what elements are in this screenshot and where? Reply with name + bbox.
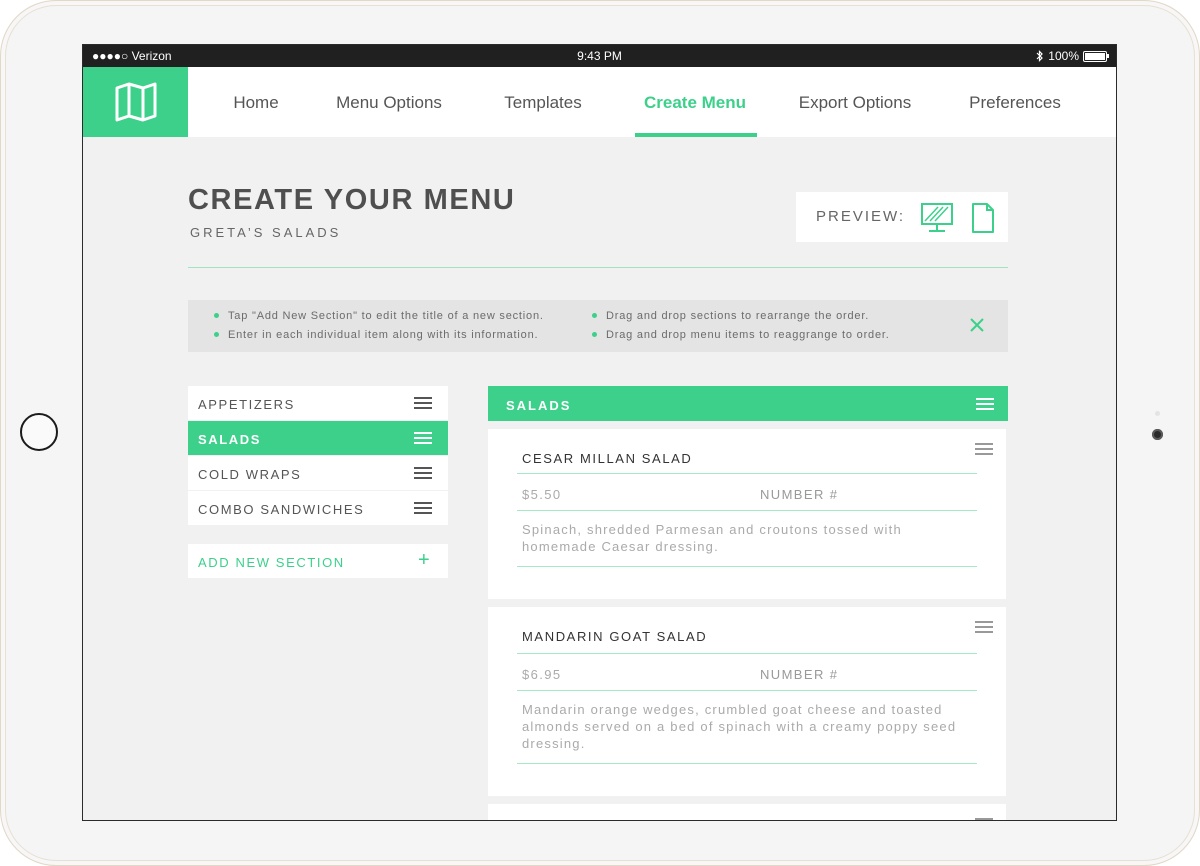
section-item-combo-sandwiches[interactable]: COMBO SANDWICHES xyxy=(188,491,448,525)
field-underline xyxy=(517,510,977,511)
drag-handle-icon[interactable] xyxy=(414,432,432,444)
drag-handle-icon[interactable] xyxy=(414,397,432,409)
section-label: COLD WRAPS xyxy=(198,467,302,482)
section-title: SALADS xyxy=(506,398,572,413)
menu-item-card xyxy=(488,804,1006,820)
section-label: SALADS xyxy=(198,432,262,447)
section-label: APPETIZERS xyxy=(198,397,295,412)
field-underline xyxy=(517,473,977,474)
battery-icon xyxy=(1083,50,1109,62)
tip-text: Tap "Add New Section" to edit the title … xyxy=(228,310,544,322)
add-section-label: ADD NEW SECTION xyxy=(198,555,345,570)
header-divider xyxy=(188,267,1008,268)
section-item-salads[interactable]: SALADS xyxy=(188,421,448,455)
drag-handle-icon[interactable] xyxy=(414,502,432,514)
item-price-field[interactable]: $6.95 xyxy=(522,667,562,682)
add-new-section-button[interactable]: ADD NEW SECTION + xyxy=(188,544,448,578)
tip-text: Drag and drop sections to rearrange the … xyxy=(606,310,870,322)
section-header: SALADS xyxy=(488,386,1008,421)
drag-handle-icon[interactable] xyxy=(975,621,993,633)
menu-item-card: CESAR MILLAN SALAD $5.50 NUMBER # Spinac… xyxy=(488,429,1006,599)
bullet-icon xyxy=(592,312,597,318)
plus-icon: + xyxy=(418,549,432,571)
item-name-field[interactable]: CESAR MILLAN SALAD xyxy=(522,451,692,466)
close-icon[interactable] xyxy=(968,316,986,334)
nav-home[interactable]: Home xyxy=(210,67,302,137)
document-icon[interactable] xyxy=(970,202,996,234)
restaurant-name: GRETA’S SALADS xyxy=(190,225,342,240)
screen: ●●●●○ Verizon 9:43 PM 100% Home Menu Opt… xyxy=(82,44,1117,821)
field-underline xyxy=(517,653,977,654)
desktop-icon[interactable] xyxy=(920,202,954,234)
instructions-banner: Tap "Add New Section" to edit the title … xyxy=(188,300,1008,352)
light-sensor xyxy=(1155,411,1160,416)
section-item-cold-wraps[interactable]: COLD WRAPS xyxy=(188,456,448,490)
bullet-icon xyxy=(592,331,597,337)
bullet-icon xyxy=(214,312,219,318)
field-underline xyxy=(517,690,977,691)
bluetooth-icon xyxy=(1036,50,1044,62)
preview-label: PREVIEW: xyxy=(816,208,906,225)
battery-indicator: 100% xyxy=(1036,45,1109,67)
drag-handle-icon[interactable] xyxy=(975,443,993,455)
battery-percent: 100% xyxy=(1048,49,1079,63)
drag-handle-icon[interactable] xyxy=(975,818,993,820)
preview-panel: PREVIEW: xyxy=(796,192,1008,242)
bullet-icon xyxy=(214,331,219,337)
sections-list: APPETIZERS SALADS COLD WRAPS COMBO SANDW… xyxy=(188,386,448,578)
nav-menu-options[interactable]: Menu Options xyxy=(324,67,454,137)
page-title: CREATE YOUR MENU xyxy=(188,184,516,216)
nav-templates[interactable]: Templates xyxy=(488,67,598,137)
section-label: COMBO SANDWICHES xyxy=(198,502,365,517)
clock: 9:43 PM xyxy=(577,49,622,63)
tip-text: Drag and drop menu items to reaggrange t… xyxy=(606,329,890,341)
section-item-appetizers[interactable]: APPETIZERS xyxy=(188,386,448,420)
menu-item-card: MANDARIN GOAT SALAD $6.95 NUMBER # Manda… xyxy=(488,607,1006,796)
app-logo[interactable] xyxy=(83,67,188,137)
field-underline xyxy=(517,566,977,567)
tip-item: Enter in each individual item along with… xyxy=(214,329,538,341)
item-price-field[interactable]: $5.50 xyxy=(522,487,562,502)
nav-export-options[interactable]: Export Options xyxy=(784,67,926,137)
nav-create-menu[interactable]: Create Menu xyxy=(634,67,756,137)
nav-menu: Home Menu Options Templates Create Menu … xyxy=(188,67,1116,137)
tip-item: Tap "Add New Section" to edit the title … xyxy=(214,310,544,322)
item-number-field[interactable]: NUMBER # xyxy=(760,487,838,502)
field-underline xyxy=(517,763,977,764)
drag-handle-icon[interactable] xyxy=(976,398,994,410)
front-camera xyxy=(1152,429,1163,440)
active-tab-indicator xyxy=(635,133,757,137)
item-number-field[interactable]: NUMBER # xyxy=(760,667,838,682)
nav-preferences[interactable]: Preferences xyxy=(954,67,1076,137)
item-name-field[interactable]: MANDARIN GOAT SALAD xyxy=(522,629,707,644)
folded-map-icon xyxy=(115,82,156,122)
tip-item: Drag and drop menu items to reaggrange t… xyxy=(592,329,890,341)
status-bar: ●●●●○ Verizon 9:43 PM 100% xyxy=(83,45,1116,67)
drag-handle-icon[interactable] xyxy=(414,467,432,479)
tip-item: Drag and drop sections to rearrange the … xyxy=(592,310,869,322)
item-description-field[interactable]: Spinach, shredded Parmesan and croutons … xyxy=(522,521,962,555)
top-navigation: Home Menu Options Templates Create Menu … xyxy=(83,67,1116,137)
item-description-field[interactable]: Mandarin orange wedges, crumbled goat ch… xyxy=(522,701,962,752)
tip-text: Enter in each individual item along with… xyxy=(228,329,539,341)
home-button[interactable] xyxy=(20,413,58,451)
